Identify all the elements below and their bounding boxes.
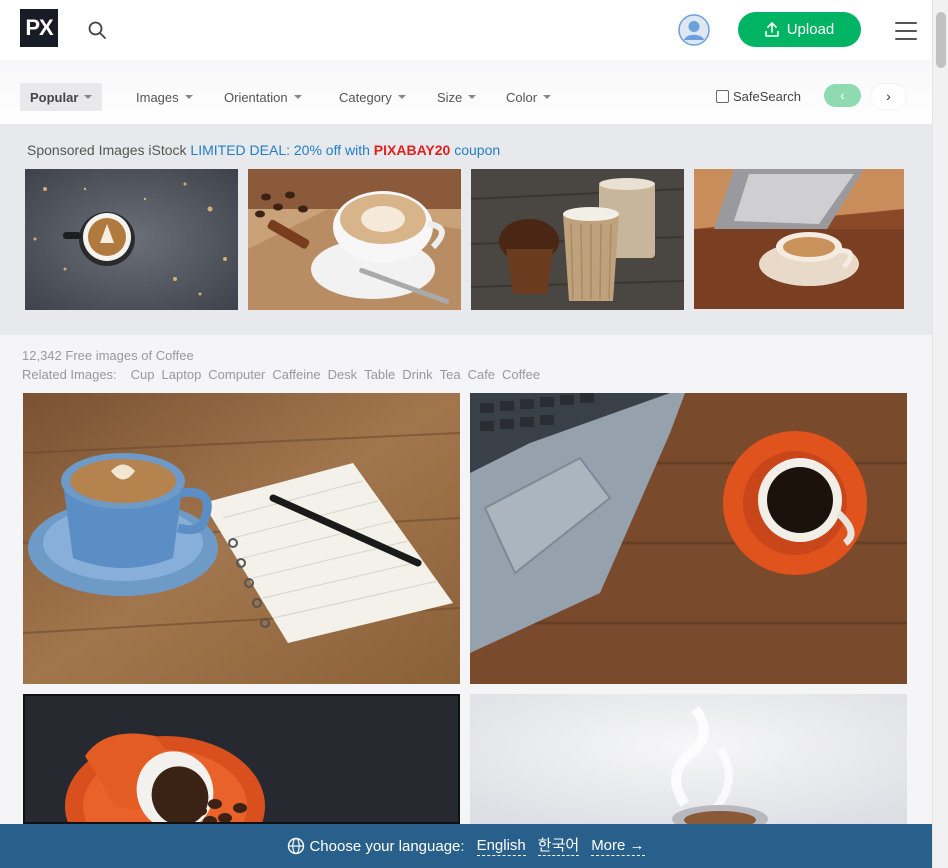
image-result[interactable]: [470, 393, 907, 684]
sponsored-line: Sponsored Images iStock LIMITED DEAL: 20…: [27, 142, 500, 158]
related-tag[interactable]: Table: [364, 367, 395, 382]
related-tag[interactable]: Laptop: [162, 367, 202, 382]
related-tag[interactable]: Cafe: [468, 367, 495, 382]
chevron-down-icon: [293, 95, 302, 99]
filter-category[interactable]: Category: [339, 83, 406, 111]
language-more-link[interactable]: More →: [591, 837, 645, 856]
image-result[interactable]: [23, 694, 460, 824]
deal-suffix: coupon: [454, 142, 501, 158]
scrollbar-thumb[interactable]: [936, 12, 946, 68]
upload-icon: [764, 22, 779, 37]
upload-label: Upload: [786, 21, 835, 38]
filter-size[interactable]: Size: [437, 83, 477, 111]
filter-size-label: Size: [437, 89, 463, 105]
top-header: PX Upload: [0, 0, 932, 60]
safesearch-toggle[interactable]: SafeSearch: [716, 89, 801, 104]
next-page-button[interactable]: ›: [871, 84, 906, 109]
language-label: Choose your language:: [309, 837, 465, 855]
sponsored-thumbnail[interactable]: [25, 169, 238, 310]
chevron-down-icon: [543, 95, 552, 99]
related-images: Related Images: Cup Laptop Computer Caff…: [22, 367, 540, 382]
filter-orientation-label: Orientation: [224, 89, 288, 105]
deal-text: LIMITED DEAL: 20% off with: [190, 142, 370, 158]
globe-icon: [287, 837, 305, 855]
related-tag[interactable]: Coffee: [502, 367, 540, 382]
safesearch-checkbox[interactable]: [716, 90, 729, 103]
language-korean-link[interactable]: 한국어: [537, 837, 580, 856]
related-tag[interactable]: Caffeine: [272, 367, 320, 382]
filter-popular-label: Popular: [30, 89, 79, 105]
sponsored-prefix: Sponsored Images iStock: [27, 142, 187, 158]
related-label: Related Images:: [22, 367, 117, 382]
search-icon[interactable]: [86, 19, 108, 41]
istock-deal-link[interactable]: LIMITED DEAL: 20% off with PIXABAY20 cou…: [190, 142, 500, 158]
chevron-down-icon: [468, 95, 477, 99]
chevron-down-icon: [84, 95, 93, 99]
page-scrollbar[interactable]: [932, 0, 948, 868]
coupon-code: PIXABAY20: [373, 142, 451, 158]
hamburger-menu-icon[interactable]: [895, 22, 917, 40]
language-bar: Choose your language: English 한국어 More →: [0, 824, 932, 868]
filter-images-label: Images: [136, 89, 179, 105]
related-tag[interactable]: Tea: [440, 367, 461, 382]
upload-button[interactable]: Upload: [738, 12, 861, 47]
filter-popular[interactable]: Popular: [20, 83, 103, 111]
filter-color[interactable]: Color: [506, 83, 552, 111]
related-tag[interactable]: Computer: [208, 367, 265, 382]
user-avatar-icon[interactable]: [678, 14, 710, 46]
filter-color-label: Color: [506, 89, 538, 105]
sponsored-thumbnail[interactable]: [471, 169, 684, 310]
pixabay-logo[interactable]: PX: [20, 9, 58, 47]
image-result[interactable]: [23, 393, 460, 684]
sponsored-section: Sponsored Images iStock LIMITED DEAL: 20…: [0, 124, 932, 335]
chevron-down-icon: [397, 95, 406, 99]
safesearch-label: SafeSearch: [733, 89, 801, 104]
prev-page-button[interactable]: ‹: [824, 84, 861, 107]
filter-bar: Popular Images Orientation Category Size…: [0, 60, 932, 124]
sponsored-thumbnail[interactable]: [248, 169, 461, 310]
filter-category-label: Category: [339, 89, 392, 105]
related-tag[interactable]: Cup: [131, 367, 155, 382]
sponsored-thumbnail[interactable]: [694, 169, 904, 309]
image-result[interactable]: [470, 694, 907, 824]
chevron-down-icon: [184, 95, 193, 99]
filter-orientation[interactable]: Orientation: [224, 83, 302, 111]
language-english-link[interactable]: English: [476, 837, 526, 856]
filter-images[interactable]: Images: [136, 83, 193, 111]
related-tag[interactable]: Desk: [328, 367, 358, 382]
results-count: 12,342 Free images of Coffee: [22, 348, 194, 363]
related-tag[interactable]: Drink: [402, 367, 432, 382]
